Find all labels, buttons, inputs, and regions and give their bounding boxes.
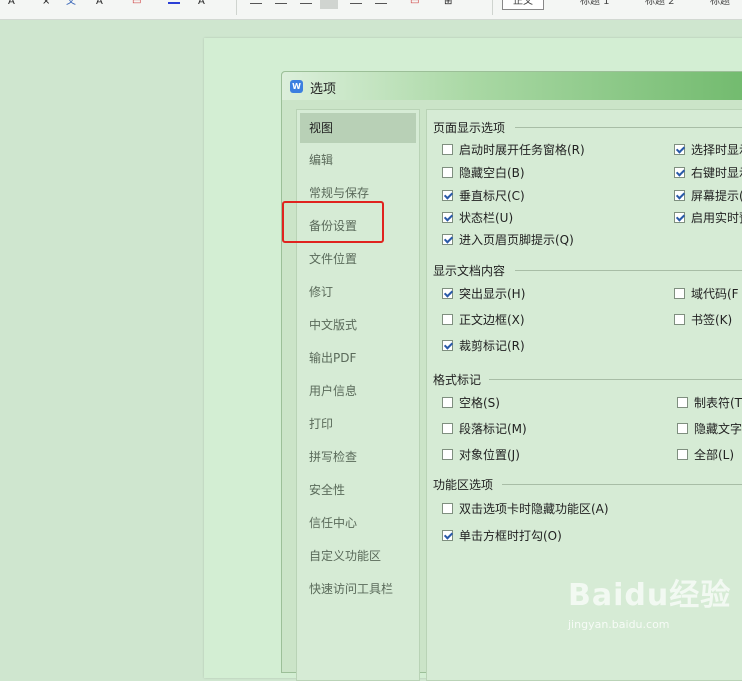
option-show-on-select[interactable]: 选择时显示 <box>674 143 742 157</box>
nav-item-security[interactable]: 安全性 <box>297 476 419 509</box>
nav-item-view[interactable]: 视图 <box>300 113 416 143</box>
option-show-on-right-click[interactable]: 右键时显示 <box>674 166 742 180</box>
align-right-icon[interactable] <box>300 3 312 4</box>
checkbox[interactable] <box>442 314 453 325</box>
group-divider <box>515 270 742 271</box>
checkbox[interactable] <box>674 288 685 299</box>
option-highlight[interactable]: 突出显示(H) <box>442 287 525 301</box>
option-spaces[interactable]: 空格(S) <box>442 396 500 410</box>
nav-item-quick-access-toolbar[interactable]: 快速访问工具栏 <box>297 575 419 608</box>
checkbox[interactable] <box>677 449 688 460</box>
group-divider <box>489 379 742 380</box>
line-spacing-icon[interactable] <box>375 3 387 4</box>
nav-item-file-location[interactable]: 文件位置 <box>297 245 419 278</box>
option-status-bar[interactable]: 状态栏(U) <box>442 211 513 225</box>
checkbox-checked[interactable] <box>442 340 453 351</box>
font-size-up-icon[interactable]: A <box>8 0 20 7</box>
checkbox[interactable] <box>677 397 688 408</box>
option-field-codes[interactable]: 域代码(F <box>674 287 739 301</box>
option-all-marks[interactable]: 全部(L) <box>677 448 734 462</box>
justify-icon[interactable] <box>320 0 338 9</box>
phonetic-icon[interactable]: 文 <box>66 0 78 7</box>
option-paragraph-marks[interactable]: 段落标记(M) <box>442 422 527 436</box>
options-nav: 视图 编辑 常规与保存 备份设置 文件位置 修订 中文版式 输出PDF 用户信息… <box>296 109 420 681</box>
checkbox-checked[interactable] <box>674 167 685 178</box>
nav-item-chinese-layout[interactable]: 中文版式 <box>297 311 419 344</box>
group-divider <box>502 484 742 485</box>
option-vertical-ruler[interactable]: 垂直标尺(C) <box>442 189 525 203</box>
checkbox-checked[interactable] <box>674 190 685 201</box>
checkbox[interactable] <box>442 397 453 408</box>
toolbar-divider <box>236 0 237 15</box>
style-heading-1[interactable]: 标题 1 <box>580 0 610 9</box>
checkbox-checked[interactable] <box>674 144 685 155</box>
checkbox-checked[interactable] <box>442 288 453 299</box>
dialog-title: 选项 <box>310 82 337 97</box>
distributed-icon[interactable] <box>350 3 362 4</box>
checkbox-checked[interactable] <box>442 234 453 245</box>
option-hide-whitespace[interactable]: 隐藏空白(B) <box>442 166 525 180</box>
toolbar-divider <box>492 0 493 15</box>
checkbox[interactable] <box>674 314 685 325</box>
nav-item-user-info[interactable]: 用户信息 <box>297 377 419 410</box>
group-format-marks: 格式标记 <box>433 373 482 387</box>
option-object-anchors[interactable]: 对象位置(J) <box>442 448 520 462</box>
char-shading-icon[interactable]: A <box>198 0 210 7</box>
baidu-jingyan-watermark: Baidu经验 <box>568 578 732 613</box>
highlight-icon[interactable]: ▭ <box>132 0 144 7</box>
style-heading-2[interactable]: 标题 2 <box>645 0 675 9</box>
nav-item-revision[interactable]: 修订 <box>297 278 419 311</box>
highlight-annotation-box <box>282 201 384 243</box>
option-screen-tips[interactable]: 屏幕提示( <box>674 189 742 203</box>
nav-item-trust-center[interactable]: 信任中心 <box>297 509 419 542</box>
nav-item-spell-check[interactable]: 拼写检查 <box>297 443 419 476</box>
align-left-icon[interactable] <box>250 3 262 4</box>
checkbox[interactable] <box>442 167 453 178</box>
char-border-icon[interactable]: A <box>96 0 108 7</box>
option-bookmarks[interactable]: 书签(K) <box>674 313 732 327</box>
option-text-boundaries[interactable]: 正文边框(X) <box>442 313 525 327</box>
border-icon[interactable]: ⊞ <box>444 0 456 7</box>
checkbox[interactable] <box>442 423 453 434</box>
checkbox[interactable] <box>677 423 688 434</box>
group-divider <box>515 127 742 128</box>
checkbox[interactable] <box>442 449 453 460</box>
option-crop-marks[interactable]: 裁剪标记(R) <box>442 339 525 353</box>
option-double-click-hide-ribbon[interactable]: 双击选项卡时隐藏功能区(A) <box>442 502 609 516</box>
checkbox-checked[interactable] <box>674 212 685 223</box>
align-center-icon[interactable] <box>275 3 287 4</box>
option-hidden-text[interactable]: 隐藏文字( <box>677 422 742 436</box>
checkbox-checked[interactable] <box>442 530 453 541</box>
option-live-preview[interactable]: 启用实时预 <box>674 211 742 225</box>
style-heading-3[interactable]: 标题 <box>710 0 730 9</box>
checkbox-checked[interactable] <box>442 190 453 201</box>
nav-item-customize-ribbon[interactable]: 自定义功能区 <box>297 542 419 575</box>
nav-item-print[interactable]: 打印 <box>297 410 419 443</box>
nav-item-edit[interactable]: 编辑 <box>297 146 419 179</box>
option-click-box-to-check[interactable]: 单击方框时打勾(O) <box>442 529 562 543</box>
shading-icon[interactable]: ▭ <box>410 0 422 7</box>
checkbox[interactable] <box>442 144 453 155</box>
group-page-display: 页面显示选项 <box>433 121 506 135</box>
top-toolbar: A × 文 A ▭ A ▭ ⊞ 正文 标题 1 标题 2 标题 <box>0 0 742 20</box>
clear-format-icon[interactable]: × <box>42 0 54 7</box>
watermark-url: jingyan.baidu.com <box>568 618 670 631</box>
font-color-icon[interactable] <box>168 2 180 4</box>
group-ribbon: 功能区选项 <box>433 478 494 492</box>
dialog-title-bar[interactable]: W 选项 <box>282 72 742 100</box>
checkbox[interactable] <box>442 503 453 514</box>
wps-writer-icon: W <box>290 80 303 93</box>
nav-item-export-pdf[interactable]: 输出PDF <box>297 344 419 377</box>
checkbox-checked[interactable] <box>442 212 453 223</box>
option-header-footer-tip[interactable]: 进入页眉页脚提示(Q) <box>442 233 574 247</box>
option-tab-characters[interactable]: 制表符(T) <box>677 396 742 410</box>
style-normal[interactable]: 正文 <box>502 0 544 10</box>
group-show-content: 显示文档内容 <box>433 264 506 278</box>
option-expand-task-pane[interactable]: 启动时展开任务窗格(R) <box>442 143 585 157</box>
